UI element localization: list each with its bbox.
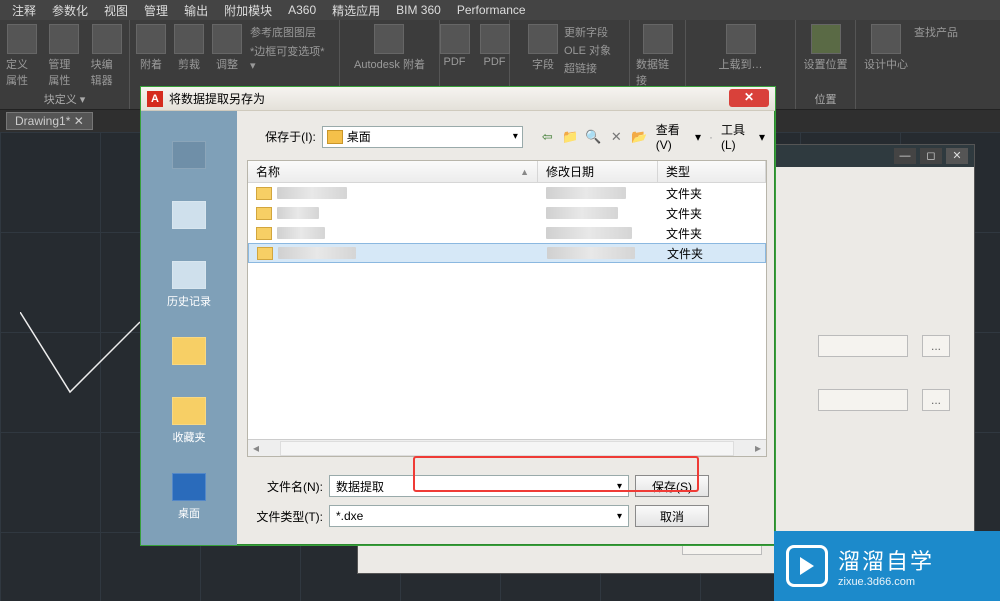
ribbon-btn-autodesk-attach[interactable]: Autodesk 附着 [354,24,425,72]
places-item-desktop[interactable]: 桌面 [172,473,206,521]
watermark-title: 溜溜自学 [838,544,934,576]
ribbon-btn-field[interactable]: 字段 [528,24,558,72]
menu-item[interactable]: 附加模块 [218,2,278,19]
ribbon-btn-upload[interactable]: 上载到… [719,24,763,72]
save-as-dialog: A 将数据提取另存为 ✕ 历史记录 收藏夹 桌面 保存于(I): 桌面 ▾ ⇦ [140,86,776,546]
filetype-label: 文件类型(T): [251,508,323,525]
filetype-select[interactable]: *.dxe▾ [329,505,629,527]
ribbon-btn-designcenter[interactable]: 设计中心 [864,24,908,72]
play-icon [786,545,828,587]
filename-label: 文件名(N): [251,478,323,495]
dialog-close-button[interactable]: ✕ [729,89,769,107]
file-row[interactable]: 文件夹 [248,183,766,203]
menu-item[interactable]: 参数化 [46,2,94,19]
places-item[interactable] [172,337,206,369]
file-row-selected[interactable]: 文件夹 [248,243,766,263]
view-menu[interactable]: 查看(V) ▾ [654,121,703,152]
filename-input[interactable]: 数据提取▾ [329,475,629,497]
ribbon-btn-pdf2[interactable]: PDF [480,24,510,68]
column-header-date[interactable]: 修改日期 [538,161,658,182]
column-header-type[interactable]: 类型 [658,161,766,182]
menu-item[interactable]: 视图 [98,2,134,19]
menu-item[interactable]: 注释 [6,2,42,19]
ribbon-note[interactable]: 查找产品 [914,24,958,72]
ribbon-group-label[interactable]: 块定义 ▾ [44,91,86,107]
ribbon-btn-block-editor[interactable]: 块编辑器 [91,24,123,88]
menu-item[interactable]: 精选应用 [326,2,386,19]
ghost-button[interactable] [818,389,908,411]
column-header-name[interactable]: 名称▲ [248,161,538,182]
ghost-button[interactable] [818,335,908,357]
new-folder-icon[interactable]: 📂 [631,128,648,146]
ribbon-note[interactable]: 参考底图图层 [250,24,333,40]
watermark: 溜溜自学 zixue.3d66.com [774,531,1000,601]
ribbon-btn-adjust[interactable]: 调整 [212,24,242,72]
horizontal-scrollbar[interactable]: ◂▸ [248,439,766,456]
ribbon-btn-clip[interactable]: 剪裁 [174,24,204,72]
menu-item[interactable]: 输出 [178,2,214,19]
menu-item[interactable]: Performance [451,3,532,17]
ribbon-btn-manage-attr[interactable]: 管理属性 [48,24,80,88]
folder-icon [256,187,272,200]
places-item[interactable] [172,141,206,173]
app-logo-icon: A [147,91,163,107]
ribbon-btn-datalink[interactable]: 数据链接 [636,24,679,88]
chevron-down-icon: ▾ [513,131,518,142]
ribbon-btn-define-attr[interactable]: 定义属性 [6,24,38,88]
folder-icon [256,207,272,220]
folder-icon [327,130,343,144]
save-button[interactable]: 保存(S) [635,475,709,497]
watermark-url: zixue.3d66.com [838,576,934,588]
file-list: 名称▲ 修改日期 类型 文件夹 文件夹 [247,160,767,457]
ellipsis-button[interactable]: ... [922,389,950,411]
maximize-button[interactable]: ◻ [920,148,942,164]
minimize-button[interactable]: — [894,148,916,164]
ribbon-btn-pdf[interactable]: PDF [440,24,470,68]
close-icon[interactable]: ✕ [74,114,84,128]
ribbon-note[interactable]: OLE 对象 [564,42,611,58]
folder-icon [256,227,272,240]
ribbon-note[interactable]: *边框可变选项* ▾ [250,43,333,72]
folder-icon [257,247,273,260]
document-tab[interactable]: Drawing1* ✕ [6,112,93,130]
ribbon-btn-location[interactable]: 设置位置 [804,24,848,72]
search-icon[interactable]: 🔍 [585,128,602,146]
places-item-favorites[interactable]: 收藏夹 [172,397,206,445]
file-row[interactable]: 文件夹 [248,203,766,223]
savein-label: 保存于(I): [247,128,316,145]
drawing-shape [20,312,140,402]
close-button[interactable]: ✕ [946,148,968,164]
ellipsis-button[interactable]: ... [922,335,950,357]
places-sidebar: 历史记录 收藏夹 桌面 [141,111,237,545]
up-folder-icon[interactable]: 📁 [562,128,579,146]
ribbon-btn-attach[interactable]: 附着 [136,24,166,72]
menu-bar: 注释 参数化 视图 管理 输出 附加模块 A360 精选应用 BIM 360 P… [0,0,1000,20]
places-item[interactable] [172,201,206,233]
ribbon-note[interactable]: 超链接 [564,60,611,76]
dialog-title: 将数据提取另存为 [169,90,265,107]
dialog-titlebar: A 将数据提取另存为 ✕ [141,87,775,111]
cancel-button[interactable]: 取消 [635,505,709,527]
menu-item[interactable]: BIM 360 [390,3,447,17]
tools-menu[interactable]: 工具(L) ▾ [719,121,767,152]
file-row[interactable]: 文件夹 [248,223,766,243]
ribbon-group-label-location: 位置 [815,91,837,107]
back-icon[interactable]: ⇦ [539,128,556,146]
places-item-history[interactable]: 历史记录 [167,261,211,309]
savein-select[interactable]: 桌面 ▾ [322,126,523,148]
ribbon-note[interactable]: 更新字段 [564,24,611,40]
menu-item[interactable]: 管理 [138,2,174,19]
menu-item[interactable]: A360 [282,3,322,17]
delete-icon[interactable]: ✕ [608,128,625,146]
